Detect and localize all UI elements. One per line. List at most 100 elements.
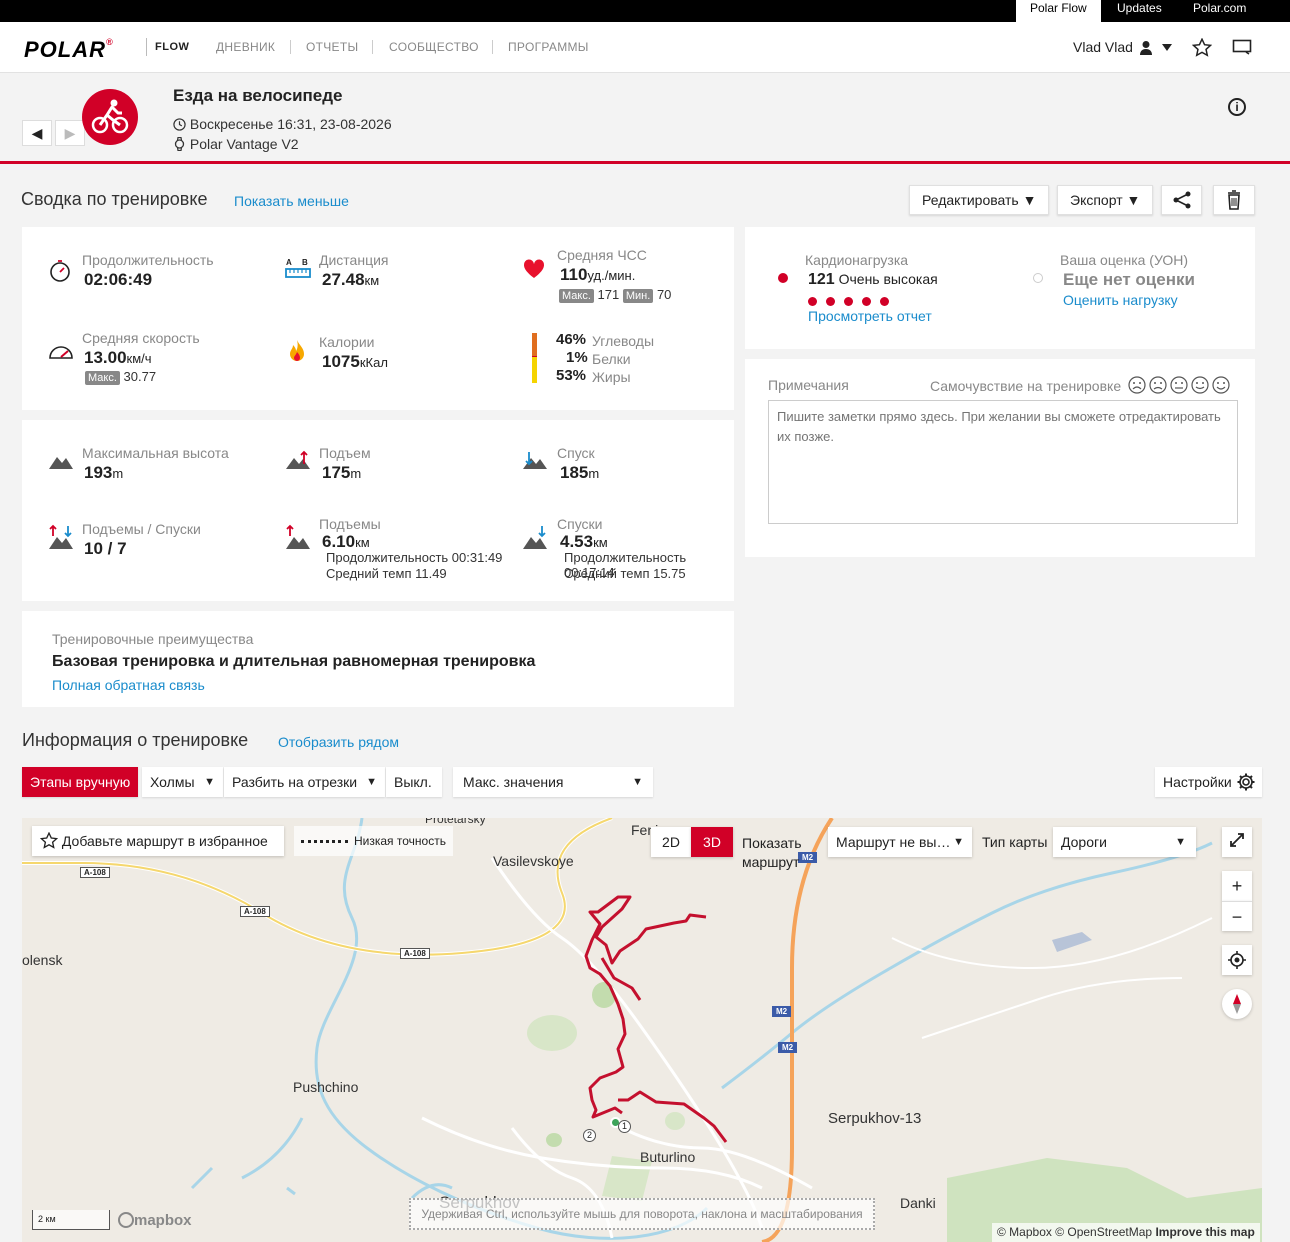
notes-input[interactable] <box>768 400 1238 524</box>
distance-value: 27.48км <box>322 270 380 289</box>
clock-icon <box>173 118 186 131</box>
map-2d-button[interactable]: 2D <box>651 827 691 857</box>
tab-manual-laps[interactable]: Этапы вручную <box>22 767 139 797</box>
fullscreen-button[interactable] <box>1222 827 1252 857</box>
stopwatch-icon <box>50 260 70 282</box>
nav-item-community[interactable]: СООБЩЕСТВО <box>389 40 479 54</box>
distance-label: Дистанция <box>319 252 389 268</box>
gear-icon <box>1237 773 1255 791</box>
feeling-label: Самочувствие на тренировке <box>930 378 1122 394</box>
notes-card: Примечания Самочувствие на тренировке <box>745 359 1255 557</box>
mapbox-logo[interactable]: mapbox <box>118 1212 192 1229</box>
show-less-link[interactable]: Показать меньше <box>234 193 349 209</box>
map-place-label: Protetarsky <box>425 818 486 826</box>
topbar-link-updates[interactable]: Updates <box>1103 0 1176 22</box>
full-feedback-link[interactable]: Полная обратная связь <box>52 677 205 693</box>
locate-button[interactable] <box>1222 945 1252 975</box>
add-to-favorites-button[interactable]: Добавьте маршрут в избранное <box>32 826 284 856</box>
user-menu[interactable]: Vlad Vlad <box>1073 39 1133 55</box>
descent-icon <box>523 452 547 469</box>
tab-split[interactable]: Разбить на отрезки ▼ <box>224 767 385 797</box>
export-button[interactable]: Экспорт ▼ <box>1057 185 1154 215</box>
speed-max: Макс. 30.77 <box>85 369 156 385</box>
svg-text:A: A <box>286 258 292 267</box>
heart-icon <box>523 259 545 278</box>
max-values-select[interactable]: Макс. значения ▼ <box>453 767 653 797</box>
map-place-label: Pushchino <box>293 1079 359 1095</box>
feeling-faces[interactable] <box>1127 375 1231 395</box>
downs-value: 4.53км <box>560 532 608 551</box>
info-title: Информация о тренировке <box>22 730 249 750</box>
lap-marker[interactable]: 2 <box>583 1129 596 1142</box>
settings-button[interactable]: Настройки <box>1155 767 1262 797</box>
zoom-in-button[interactable]: + <box>1222 871 1252 901</box>
rate-load-link[interactable]: Оценить нагрузку <box>1063 292 1178 308</box>
prev-training-button[interactable]: ◀ <box>22 120 52 146</box>
cardio-load-value: 121 Очень высокая <box>808 271 938 288</box>
main-nav: POLAR® FLOW ДНЕВНИК ОТЧЕТЫ СООБЩЕСТВО ПР… <box>0 22 1290 73</box>
show-route-label[interactable]: Показать маршрут <box>742 834 802 872</box>
cycling-icon <box>82 89 138 145</box>
map-scale: 2 км <box>32 1210 110 1230</box>
edit-button[interactable]: Редактировать ▼ <box>909 185 1050 215</box>
calories-label: Калории <box>319 334 375 350</box>
benefit-text: Базовая тренировка и длительная равномер… <box>52 653 536 670</box>
map-attribution[interactable]: © Mapbox © OpenStreetMap Improve this ma… <box>992 1223 1260 1242</box>
main-stats-card: Продолжительность 02:06:49 AB Дистанция … <box>22 227 734 410</box>
map-3d-button[interactable]: 3D <box>691 827 733 857</box>
delete-button[interactable] <box>1213 185 1255 215</box>
compass-button[interactable] <box>1222 989 1252 1019</box>
nav-item-programs[interactable]: ПРОГРАММЫ <box>508 40 589 54</box>
topbar-link-polar-com[interactable]: Polar.com <box>1179 0 1260 22</box>
training-device: Polar Vantage V2 <box>173 136 299 152</box>
map-place-label: Buturlino <box>640 1149 696 1165</box>
map-place-label: Vasilevskoye <box>493 853 574 869</box>
map-hint: Удерживая Ctrl, используйте мышь для пов… <box>409 1198 875 1230</box>
map-place-label: Serpukhov-13 <box>828 1110 922 1127</box>
speedometer-icon <box>49 346 73 359</box>
rpe-value: Еще нет оценки <box>1063 270 1195 289</box>
mountain-icon <box>49 457 73 469</box>
summary-title: Сводка по тренировке <box>21 189 208 209</box>
ups-label: Подъемы <box>319 516 381 532</box>
view-report-link[interactable]: Просмотреть отчет <box>808 308 932 324</box>
lap-marker[interactable]: 1 <box>618 1120 631 1133</box>
distance-icon: AB <box>285 258 311 278</box>
ascent-label: Подъем <box>319 445 371 461</box>
expand-icon <box>1230 833 1244 847</box>
top-bar: Polar Flow Updates Polar.com <box>0 0 1290 22</box>
cardio-load-indicator <box>778 273 788 283</box>
training-header: ◀ ▶ Езда на велосипеде Воскресенье 16:31… <box>0 74 1290 164</box>
nav-separator <box>290 40 291 54</box>
map-type-select[interactable]: Дороги ▼ <box>1053 827 1196 857</box>
ascent-icon <box>286 450 310 469</box>
tab-off[interactable]: Выкл. <box>386 767 442 797</box>
route-map[interactable]: A-108 A-108 A-108 M2 M2 M2 Protetarsky F… <box>22 818 1262 1242</box>
fat-value: 53% <box>556 367 587 384</box>
route-select[interactable]: Маршрут не вы… ▼ <box>828 827 972 857</box>
ascent-value: 175m <box>322 463 362 482</box>
ups-downs-icon <box>49 524 73 549</box>
ups-downs-label: Подъемы / Спуски <box>82 521 201 537</box>
show-side-link[interactable]: Отобразить рядом <box>278 734 399 750</box>
chevron-down-icon[interactable] <box>1162 44 1172 51</box>
flow-label: FLOW <box>146 38 189 56</box>
topbar-link-polar-flow[interactable]: Polar Flow <box>1016 0 1101 22</box>
page-title: Езда на велосипеде <box>173 86 343 105</box>
tab-hills[interactable]: Холмы ▼ <box>142 767 223 797</box>
screen-icon[interactable] <box>1232 39 1252 55</box>
info-icon[interactable]: i <box>1228 98 1246 116</box>
share-button[interactable] <box>1161 185 1202 215</box>
ups-duration: Продолжительность 00:31:49 <box>326 550 503 565</box>
star-icon <box>39 831 59 849</box>
nav-item-diary[interactable]: ДНЕВНИК <box>216 40 275 54</box>
polar-logo[interactable]: POLAR® <box>24 37 114 63</box>
next-training-button[interactable]: ▶ <box>55 120 85 146</box>
zoom-out-button[interactable]: − <box>1222 901 1252 931</box>
benefit-label: Тренировочные преимущества <box>52 631 254 647</box>
duration-label: Продолжительность <box>82 252 214 268</box>
training-datetime: Воскресенье 16:31, 23-08-2026 <box>173 116 392 132</box>
star-icon[interactable] <box>1192 38 1212 57</box>
map-canvas[interactable] <box>22 818 1262 1242</box>
nav-item-reports[interactable]: ОТЧЕТЫ <box>306 40 358 54</box>
